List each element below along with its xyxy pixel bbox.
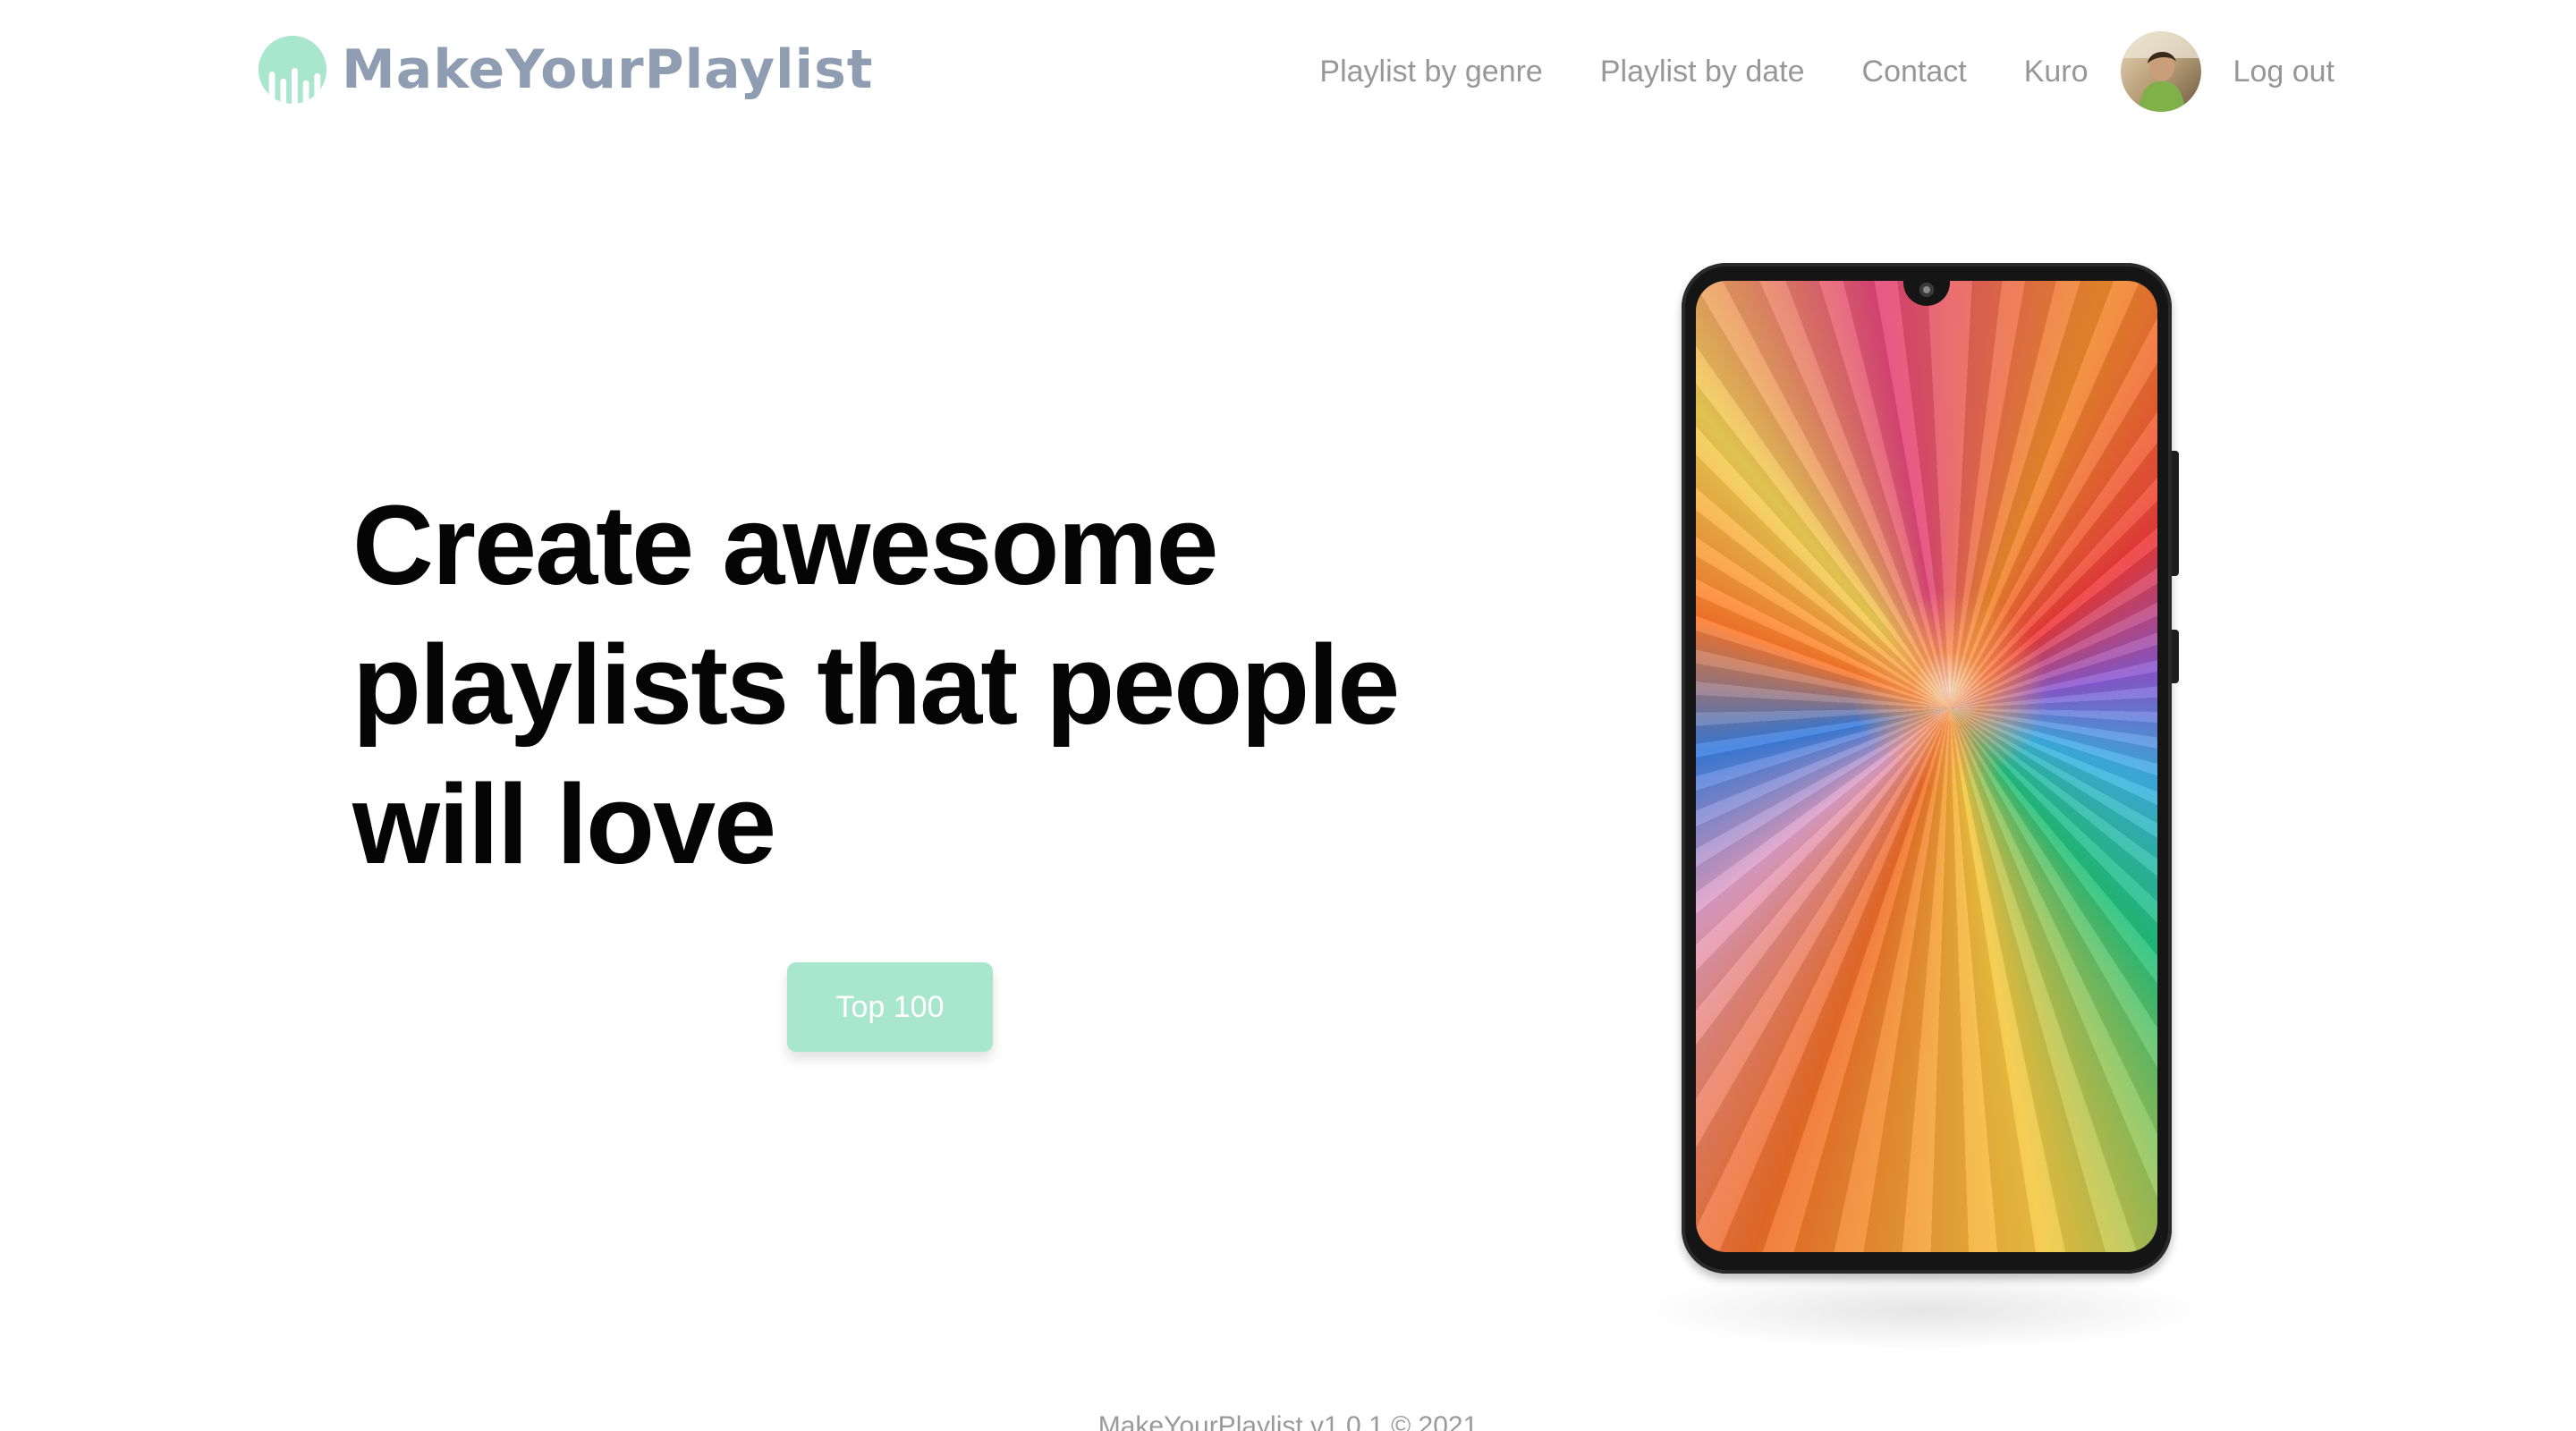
nav-playlist-by-genre[interactable]: Playlist by genre xyxy=(1319,55,1542,89)
brand-logo-link[interactable]: MakeYourPlaylist xyxy=(258,34,873,106)
equalizer-logo-icon xyxy=(258,35,327,105)
hero-headline: Create awesome playlists that people wil… xyxy=(352,482,1400,887)
phone-side-button xyxy=(2172,630,2179,683)
user-avatar[interactable] xyxy=(2120,31,2201,112)
top-100-button[interactable]: Top 100 xyxy=(787,962,993,1052)
phone-body xyxy=(1682,263,2179,1274)
avatar-photo xyxy=(2120,31,2201,112)
phone-mockup-image xyxy=(1610,250,2236,1377)
nav-username[interactable]: Kuro xyxy=(2024,55,2089,89)
top-navigation: Playlist by genre Playlist by date Conta… xyxy=(1319,27,2334,116)
phone-screen-artwork xyxy=(1696,281,2157,1252)
phone-shadow xyxy=(1637,1270,2209,1351)
brand-name: MakeYourPlaylist xyxy=(342,38,874,101)
nav-contact[interactable]: Contact xyxy=(1862,55,1967,89)
page: MakeYourPlaylist Playlist by genre Playl… xyxy=(0,0,2576,1431)
phone-side-button xyxy=(2172,451,2179,576)
phone-camera-icon xyxy=(1919,283,1934,297)
nav-playlist-by-date[interactable]: Playlist by date xyxy=(1600,55,1805,89)
footer-text: MakeYourPlaylist v1.0.1 © 2021 xyxy=(1097,1411,1479,1431)
nav-log-out[interactable]: Log out xyxy=(2233,55,2334,89)
